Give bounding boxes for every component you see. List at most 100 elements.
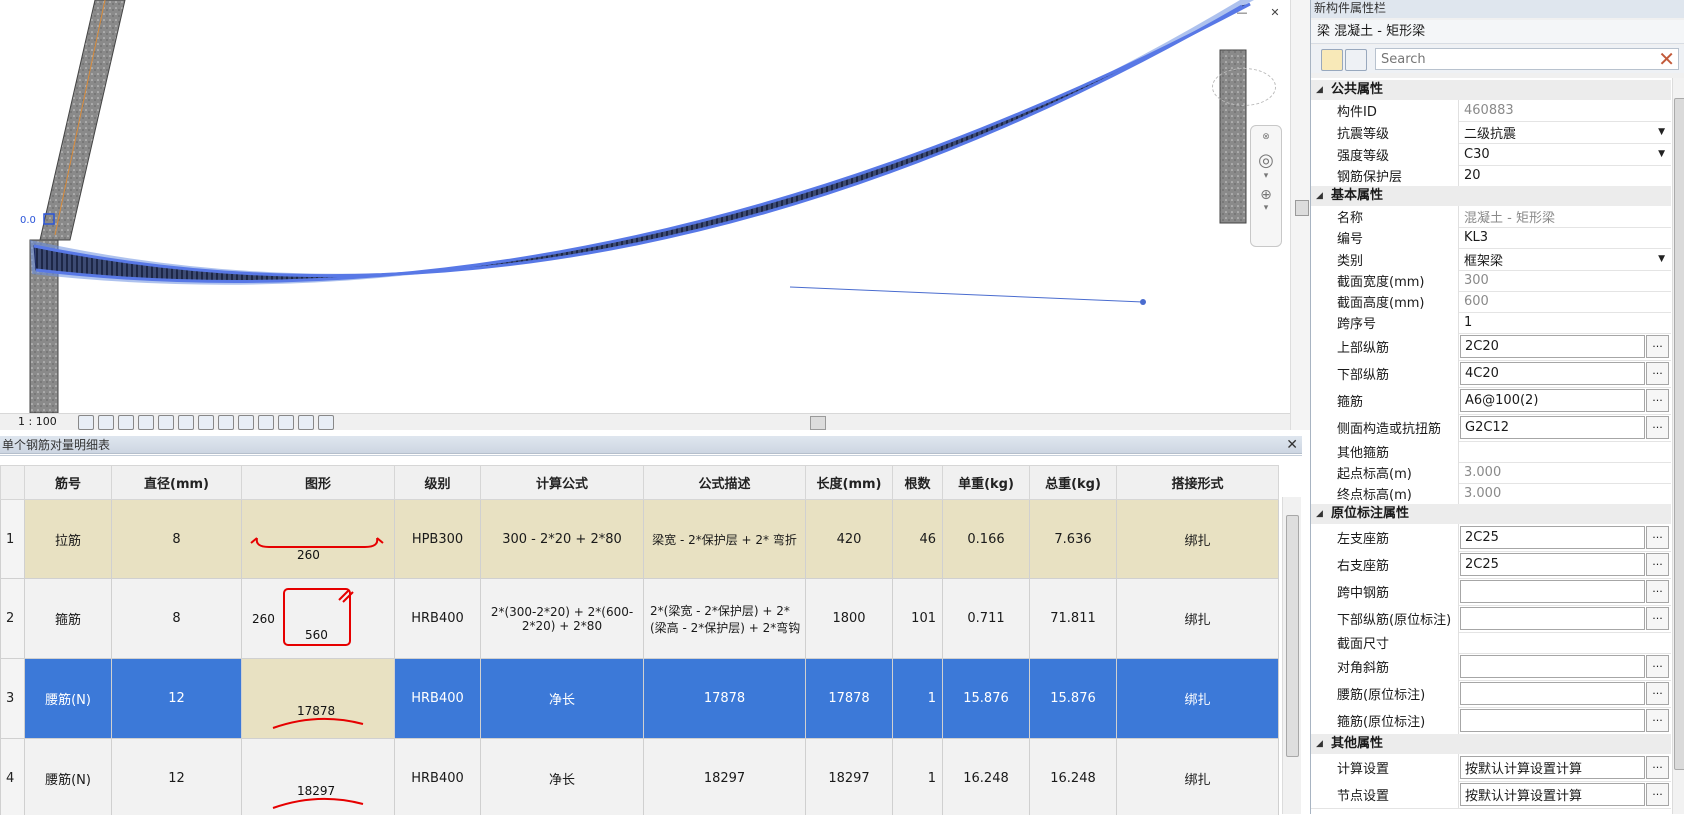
ellipsis-button[interactable]: ... bbox=[1646, 553, 1669, 576]
cell-unit-weight[interactable]: 16.248 bbox=[943, 739, 1030, 815]
cell-name[interactable]: 腰筋(N) bbox=[25, 739, 112, 815]
property-row[interactable]: 上部纵筋2C20... bbox=[1311, 333, 1671, 361]
cell-length[interactable]: 1800 bbox=[806, 579, 893, 659]
ellipsis-button[interactable]: ... bbox=[1646, 783, 1669, 806]
properties-vertical-scrollbar[interactable] bbox=[1672, 78, 1684, 814]
ellipsis-button[interactable]: ... bbox=[1646, 655, 1669, 678]
chevron-down-icon[interactable]: ▾ bbox=[1251, 203, 1281, 213]
collapse-icon[interactable]: ◢ bbox=[1316, 734, 1323, 754]
property-value[interactable] bbox=[1460, 441, 1671, 462]
property-row[interactable]: 其他箍筋 bbox=[1311, 441, 1671, 463]
ellipsis-button[interactable]: ... bbox=[1646, 756, 1669, 779]
viewport-vertical-scrollbar[interactable] bbox=[1290, 0, 1311, 430]
cell-unit-weight[interactable]: 15.876 bbox=[943, 659, 1030, 739]
property-value[interactable]: 按默认计算设置计算 bbox=[1460, 756, 1645, 779]
ellipsis-button[interactable]: ... bbox=[1646, 607, 1669, 630]
column-header[interactable]: 计算公式 bbox=[481, 466, 644, 500]
property-row[interactable]: 截面宽度(mm)300 bbox=[1311, 270, 1671, 292]
cell-formula[interactable]: 2*(300-2*20) + 2*(600-2*20) + 2*80 bbox=[481, 579, 644, 659]
cell-description[interactable]: 梁宽 - 2*保护层 + 2* 弯折 bbox=[644, 500, 806, 579]
visual-style-icon[interactable] bbox=[98, 415, 114, 430]
minimize-icon[interactable]: — bbox=[1235, 6, 1249, 20]
property-row[interactable]: 右支座筋2C25... bbox=[1311, 551, 1671, 579]
property-value[interactable] bbox=[1460, 580, 1645, 603]
categorized-view-icon[interactable] bbox=[1321, 49, 1343, 71]
ellipsis-button[interactable]: ... bbox=[1646, 416, 1669, 439]
cell-description[interactable]: 18297 bbox=[644, 739, 806, 815]
collapse-icon[interactable]: ◢ bbox=[1316, 80, 1323, 100]
column-header[interactable]: 长度(mm) bbox=[806, 466, 893, 500]
close-icon[interactable]: ✕ bbox=[1286, 436, 1298, 454]
property-row[interactable]: 起点标高(m)3.000 bbox=[1311, 462, 1671, 484]
property-row[interactable]: 名称混凝土 - 矩形梁 bbox=[1311, 206, 1671, 228]
ellipsis-button[interactable]: ... bbox=[1646, 709, 1669, 732]
cell-shape[interactable]: 260 560 bbox=[242, 579, 395, 659]
close-icon[interactable]: ⊗ bbox=[1251, 132, 1281, 142]
collapse-icon[interactable]: ◢ bbox=[1316, 504, 1323, 524]
property-value[interactable] bbox=[1460, 682, 1645, 705]
column-header[interactable]: 公式描述 bbox=[644, 466, 806, 500]
property-value[interactable]: 2C20 bbox=[1460, 335, 1645, 358]
cell-name[interactable]: 拉筋 bbox=[25, 500, 112, 579]
scale-label[interactable]: 1 : 100 bbox=[18, 415, 57, 428]
ellipsis-button[interactable]: ... bbox=[1646, 580, 1669, 603]
column-header[interactable]: 总重(kg) bbox=[1030, 466, 1117, 500]
cell-formula[interactable]: 净长 bbox=[481, 659, 644, 739]
cell-grade[interactable]: HRB400 bbox=[395, 579, 481, 659]
cell-name[interactable]: 腰筋(N) bbox=[25, 659, 112, 739]
property-row[interactable]: 跨中钢筋... bbox=[1311, 578, 1671, 606]
sort-alpha-icon[interactable] bbox=[1345, 49, 1367, 71]
scrollbar-thumb[interactable] bbox=[810, 416, 826, 430]
dropdown-arrow-icon[interactable]: ▼ bbox=[1658, 127, 1665, 137]
steering-wheel-icon[interactable]: ◎ bbox=[1251, 150, 1281, 171]
cell-splice[interactable]: 绑扎 bbox=[1117, 579, 1279, 659]
cell-total-weight[interactable]: 15.876 bbox=[1030, 659, 1117, 739]
cell-diameter[interactable]: 8 bbox=[112, 579, 242, 659]
column-header[interactable]: 筋号 bbox=[25, 466, 112, 500]
property-value[interactable]: 1 bbox=[1460, 312, 1671, 333]
reveal-hidden-icon[interactable] bbox=[238, 415, 254, 430]
column-header[interactable]: 根数 bbox=[893, 466, 943, 500]
table-row-selected[interactable]: 3 腰筋(N) 12 17878 HRB400 净长 17878 17878 1… bbox=[1, 659, 1279, 739]
property-row[interactable]: 箍筋(原位标注)... bbox=[1311, 707, 1671, 735]
cell-splice[interactable]: 绑扎 bbox=[1117, 659, 1279, 739]
cell-unit-weight[interactable]: 0.166 bbox=[943, 500, 1030, 579]
property-row[interactable]: 编号KL3 bbox=[1311, 227, 1671, 249]
cell-total-weight[interactable]: 7.636 bbox=[1030, 500, 1117, 579]
cell-length[interactable]: 420 bbox=[806, 500, 893, 579]
table-row[interactable]: 2 箍筋 8 260 560 HRB400 2*(300-2*20 bbox=[1, 579, 1279, 659]
table-row[interactable]: 1 拉筋 8 260 HPB300 300 - 2*20 + 2*80 梁 bbox=[1, 500, 1279, 579]
property-row[interactable]: 强度等级C30▼ bbox=[1311, 143, 1671, 166]
property-row[interactable]: 类别框架梁▼ bbox=[1311, 248, 1671, 271]
property-group-header[interactable]: ◢其他属性 bbox=[1311, 734, 1671, 754]
cell-formula[interactable]: 净长 bbox=[481, 739, 644, 815]
cell-total-weight[interactable]: 16.248 bbox=[1030, 739, 1117, 815]
property-row[interactable]: 钢筋保护层20 bbox=[1311, 165, 1671, 187]
property-row[interactable]: 左支座筋2C25... bbox=[1311, 524, 1671, 552]
zoom-icon[interactable]: ⊕ bbox=[1251, 187, 1281, 203]
search-input[interactable] bbox=[1375, 48, 1679, 70]
cell-description[interactable]: 17878 bbox=[644, 659, 806, 739]
cell-splice[interactable]: 绑扎 bbox=[1117, 739, 1279, 815]
dropdown-arrow-icon[interactable]: ▼ bbox=[1658, 149, 1665, 159]
analytical-model-icon[interactable] bbox=[258, 415, 274, 430]
property-value[interactable] bbox=[1460, 607, 1645, 630]
cell-unit-weight[interactable]: 0.711 bbox=[943, 579, 1030, 659]
cell-shape[interactable]: 17878 bbox=[242, 659, 395, 739]
property-row[interactable]: 截面高度(mm)600 bbox=[1311, 291, 1671, 313]
property-row[interactable]: 箍筋A6@100(2)... bbox=[1311, 387, 1671, 415]
ellipsis-button[interactable]: ... bbox=[1646, 335, 1669, 358]
cell-grade[interactable]: HPB300 bbox=[395, 500, 481, 579]
property-value[interactable] bbox=[1460, 709, 1645, 732]
property-row[interactable]: 构件ID460883 bbox=[1311, 100, 1671, 122]
property-group-header[interactable]: ◢基本属性 bbox=[1311, 186, 1671, 206]
sun-path-icon[interactable] bbox=[118, 415, 134, 430]
temporary-hide-icon[interactable] bbox=[218, 415, 234, 430]
cell-diameter[interactable]: 8 bbox=[112, 500, 242, 579]
property-value[interactable]: C30 bbox=[1460, 143, 1671, 165]
chevron-down-icon[interactable]: ▾ bbox=[1251, 171, 1281, 181]
cell-length[interactable]: 17878 bbox=[806, 659, 893, 739]
table-vertical-scrollbar[interactable] bbox=[1282, 497, 1301, 814]
ellipsis-button[interactable]: ... bbox=[1646, 362, 1669, 385]
column-header[interactable]: 单重(kg) bbox=[943, 466, 1030, 500]
